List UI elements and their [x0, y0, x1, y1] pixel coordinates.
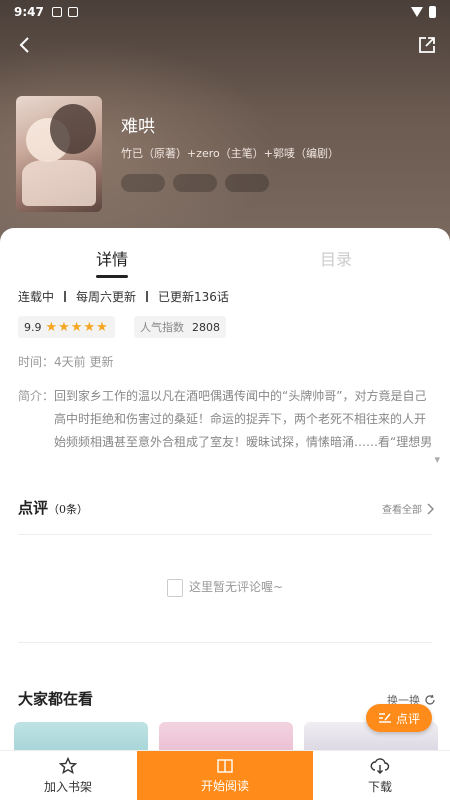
share-button[interactable]: [416, 34, 438, 56]
section-divider: [18, 534, 432, 535]
wifi-icon: [411, 7, 423, 17]
tab-bar: 详情 目录: [0, 246, 450, 278]
book-header: 9:47 难哄 竹已（原著）+zero（主笔）+郭唛（编剧）: [0, 0, 450, 250]
book-title: 难哄: [121, 117, 155, 137]
edit-icon: [378, 713, 391, 723]
rating-badge: 9.9 ★★★★★: [18, 316, 115, 338]
write-review-button[interactable]: 点评: [366, 704, 432, 732]
book-cover[interactable]: [16, 96, 102, 212]
genre-tag[interactable]: [173, 174, 217, 192]
tag-list: [121, 174, 269, 192]
episode-count: 已更新136话: [158, 290, 229, 304]
status-bar: 9:47: [0, 0, 450, 24]
bottom-action-bar: 加入书架 开始阅读 下载: [0, 750, 450, 800]
serial-meta: 连载中 每周六更新 已更新136话: [18, 288, 229, 305]
share-icon: [419, 37, 435, 53]
add-to-bookshelf-button[interactable]: 加入书架: [18, 751, 118, 800]
reviews-heading: 点评（0条）: [18, 497, 88, 518]
download-button[interactable]: 下载: [330, 751, 430, 800]
genre-tag[interactable]: [225, 174, 269, 192]
add-to-bookshelf-label: 加入书架: [43, 780, 92, 794]
popularity-badge: 人气指数 2808: [134, 316, 226, 338]
book-icon: [217, 759, 233, 773]
empty-reviews-text: 这里暂无评论喔~: [188, 580, 284, 594]
gallery-notification-icon: [51, 7, 62, 17]
recommended-comic-cover[interactable]: [159, 722, 293, 752]
start-reading-button[interactable]: 开始阅读: [137, 751, 313, 800]
popular-heading: 大家都在看: [18, 690, 94, 708]
section-divider: [18, 642, 432, 643]
divider: [146, 291, 149, 302]
synopsis[interactable]: 简介： 回到家乡工作的温以凡在酒吧偶遇传闻中的“头牌帅哥”，对方竟是自己高中时拒…: [18, 385, 436, 454]
battery-icon: [429, 6, 436, 18]
book-authors: 竹已（原著）+zero（主笔）+郭唛（编剧）: [121, 147, 339, 160]
serial-status: 连载中: [18, 290, 55, 304]
synopsis-label: 简介：: [18, 389, 55, 403]
expand-synopsis-icon[interactable]: ▾: [434, 453, 440, 466]
chevron-left-icon: [19, 37, 29, 53]
start-reading-label: 开始阅读: [200, 779, 249, 793]
view-all-reviews-button[interactable]: 查看全部: [382, 501, 434, 516]
update-schedule: 每周六更新: [76, 290, 137, 304]
empty-document-icon: [166, 578, 183, 597]
popularity-value: 2808: [192, 320, 220, 334]
app-notification-icon: [67, 7, 78, 17]
popularity-label: 人气指数: [140, 321, 184, 334]
reviews-count: （0条）: [48, 503, 89, 516]
reviews-title: 点评: [18, 499, 49, 517]
write-review-label: 点评: [395, 711, 420, 726]
rating-score: 9.9: [24, 320, 42, 334]
empty-reviews: 这里暂无评论喔~: [0, 578, 450, 597]
cloud-download-icon: [370, 758, 390, 774]
tab-detail[interactable]: 详情: [96, 246, 129, 278]
divider: [64, 291, 67, 302]
update-time: 时间：4天前 更新: [18, 355, 114, 369]
synopsis-text: 回到家乡工作的温以凡在酒吧偶遇传闻中的“头牌帅哥”，对方竟是自己高中时拒绝和伤害…: [54, 389, 433, 449]
tab-catalog[interactable]: 目录: [320, 246, 352, 270]
genre-tag[interactable]: [121, 174, 165, 192]
star-rating-icon: ★★★★★: [45, 319, 109, 335]
detail-card: 详情 目录 连载中 每周六更新 已更新136话 9.9 ★★★★★ 人气指数 2…: [0, 228, 450, 752]
status-time: 9:47: [14, 5, 44, 19]
download-label: 下载: [367, 780, 392, 794]
star-outline-icon: [59, 757, 77, 775]
back-button[interactable]: [14, 34, 36, 56]
view-all-label: 查看全部: [382, 505, 422, 516]
recommended-comic-cover[interactable]: [14, 722, 148, 752]
chevron-right-icon: [427, 503, 434, 514]
refresh-icon: [425, 694, 435, 705]
